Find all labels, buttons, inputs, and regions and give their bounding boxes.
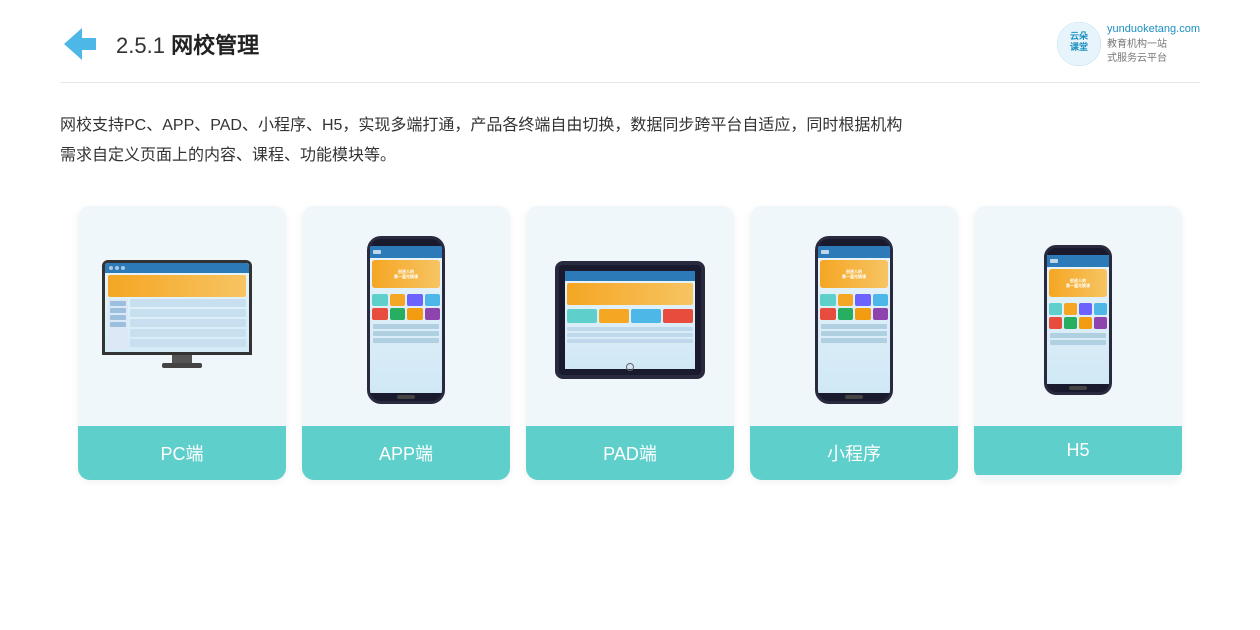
device-phone-app: 创进人的第一届兑换课 bbox=[367, 236, 445, 404]
device-phone-miniapp: 创进人的第一届兑换课 bbox=[815, 236, 893, 404]
svg-text:云朵: 云朵 bbox=[1070, 31, 1089, 41]
page-title: 2.5.1 网校管理 bbox=[116, 28, 259, 60]
card-pc-label: PC端 bbox=[78, 426, 286, 480]
page: 2.5.1 网校管理 云朵 课堂 yunduoketang.com 教育机构一站… bbox=[0, 0, 1260, 630]
brand-logo: 云朵 课堂 yunduoketang.com 教育机构一站 式服务云平台 bbox=[1057, 22, 1200, 66]
svg-text:课堂: 课堂 bbox=[1070, 41, 1088, 52]
cards-container: PC端 创进人的第一届兑换课 bbox=[60, 206, 1200, 480]
device-phone-h5: 创进人的第一届兑换课 bbox=[1044, 245, 1112, 395]
brand-text: yunduoketang.com 教育机构一站 式服务云平台 bbox=[1107, 22, 1200, 65]
miniapp-device-area: 创进人的第一届兑换课 bbox=[750, 206, 958, 426]
card-pad: PAD端 bbox=[526, 206, 734, 480]
app-device-area: 创进人的第一届兑换课 bbox=[302, 206, 510, 426]
card-pad-label: PAD端 bbox=[526, 426, 734, 480]
card-miniapp: 创进人的第一届兑换课 bbox=[750, 206, 958, 480]
device-tablet bbox=[555, 261, 705, 379]
pad-device-area bbox=[526, 206, 734, 426]
pc-device-area bbox=[78, 206, 286, 426]
device-pc bbox=[102, 260, 262, 380]
card-h5: 创进人的第一届兑换课 bbox=[974, 206, 1182, 480]
card-h5-label: H5 bbox=[974, 426, 1182, 475]
logo-arrow-icon bbox=[60, 24, 100, 64]
h5-device-area: 创进人的第一届兑换课 bbox=[974, 206, 1182, 426]
card-app-label: APP端 bbox=[302, 426, 510, 480]
card-miniapp-label: 小程序 bbox=[750, 426, 958, 480]
card-app: 创进人的第一届兑换课 bbox=[302, 206, 510, 480]
header-left: 2.5.1 网校管理 bbox=[60, 24, 259, 64]
card-pc: PC端 bbox=[78, 206, 286, 480]
pc-screen bbox=[102, 260, 252, 355]
header: 2.5.1 网校管理 云朵 课堂 yunduoketang.com 教育机构一站… bbox=[60, 0, 1200, 83]
description-text: 网校支持PC、APP、PAD、小程序、H5，实现多端打通，产品各终端自由切换，数… bbox=[60, 111, 1200, 170]
brand-icon: 云朵 课堂 bbox=[1057, 22, 1101, 66]
